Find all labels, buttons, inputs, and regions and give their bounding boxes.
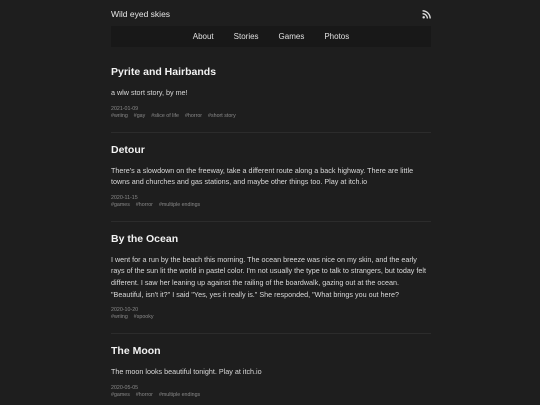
tag-link[interactable]: #gay	[134, 113, 146, 120]
tag-link[interactable]: #spooky	[134, 314, 154, 321]
divider	[111, 220, 431, 222]
tag-link[interactable]: #short story	[208, 113, 236, 120]
tag-link[interactable]: #horror	[136, 392, 153, 399]
post-item: Pyrite and Hairbands a wlw stort story, …	[111, 66, 431, 120]
post-item: By the Ocean I went for a run by the bea…	[111, 233, 431, 321]
site-header: Wild eyed skies	[111, 6, 431, 22]
post-list: Pyrite and Hairbands a wlw stort story, …	[111, 66, 431, 399]
divider	[111, 131, 431, 133]
tag-link[interactable]: #wriing	[111, 314, 128, 321]
tag-link[interactable]: #horror	[185, 113, 202, 120]
site-title-link[interactable]: Wild eyed skies	[111, 9, 170, 19]
tag-link[interactable]: #games	[111, 392, 130, 399]
tag-link[interactable]: #games	[111, 202, 130, 209]
tag-link[interactable]: #multiple endings	[159, 202, 200, 209]
post-title-link[interactable]: The Moon	[111, 345, 431, 358]
post-summary: The moon looks beautiful tonight. Play a…	[111, 367, 262, 377]
tag-link[interactable]: #wriing	[111, 113, 128, 120]
post-tags: #wriing #spooky	[111, 314, 431, 321]
rss-icon[interactable]	[422, 9, 431, 19]
main-nav: About Stories Games Photos	[111, 26, 431, 47]
tag-link[interactable]: #horror	[136, 202, 153, 209]
post-date: 2021-01-09	[111, 105, 139, 112]
post-item: The Moon The moon looks beautiful tonigh…	[111, 345, 431, 399]
post-item: Detour There's a slowdown on the freeway…	[111, 144, 431, 209]
nav-item-stories[interactable]: Stories	[224, 26, 269, 47]
post-date: 2020-05-05	[111, 384, 139, 391]
post-title-link[interactable]: By the Ocean	[111, 233, 431, 246]
post-title-link[interactable]: Detour	[111, 144, 431, 157]
post-date: 2020-10-20	[111, 307, 139, 314]
post-summary: I went for a run by the beach this morni…	[111, 254, 426, 299]
page: Wild eyed skies About Stories Games Phot…	[0, 0, 540, 405]
post-tags: #games #horror #multiple endings	[111, 202, 431, 209]
post-title-link[interactable]: Pyrite and Hairbands	[111, 66, 431, 79]
post-summary: There's a slowdown on the freeway, take …	[111, 165, 414, 187]
post-tags: #games #horror #multiple endings	[111, 392, 431, 399]
post-date: 2020-11-15	[111, 194, 138, 201]
post-tags: #wriing #gay #slice of life #horror #sho…	[111, 113, 431, 120]
nav-item-games[interactable]: Games	[269, 26, 315, 47]
nav-item-about[interactable]: About	[183, 26, 224, 47]
tag-link[interactable]: #multiple endings	[159, 392, 200, 399]
divider	[111, 333, 431, 335]
post-summary: a wlw stort story, by me!	[111, 88, 188, 97]
nav-item-photos[interactable]: Photos	[314, 26, 359, 47]
tag-link[interactable]: #slice of life	[151, 113, 179, 120]
